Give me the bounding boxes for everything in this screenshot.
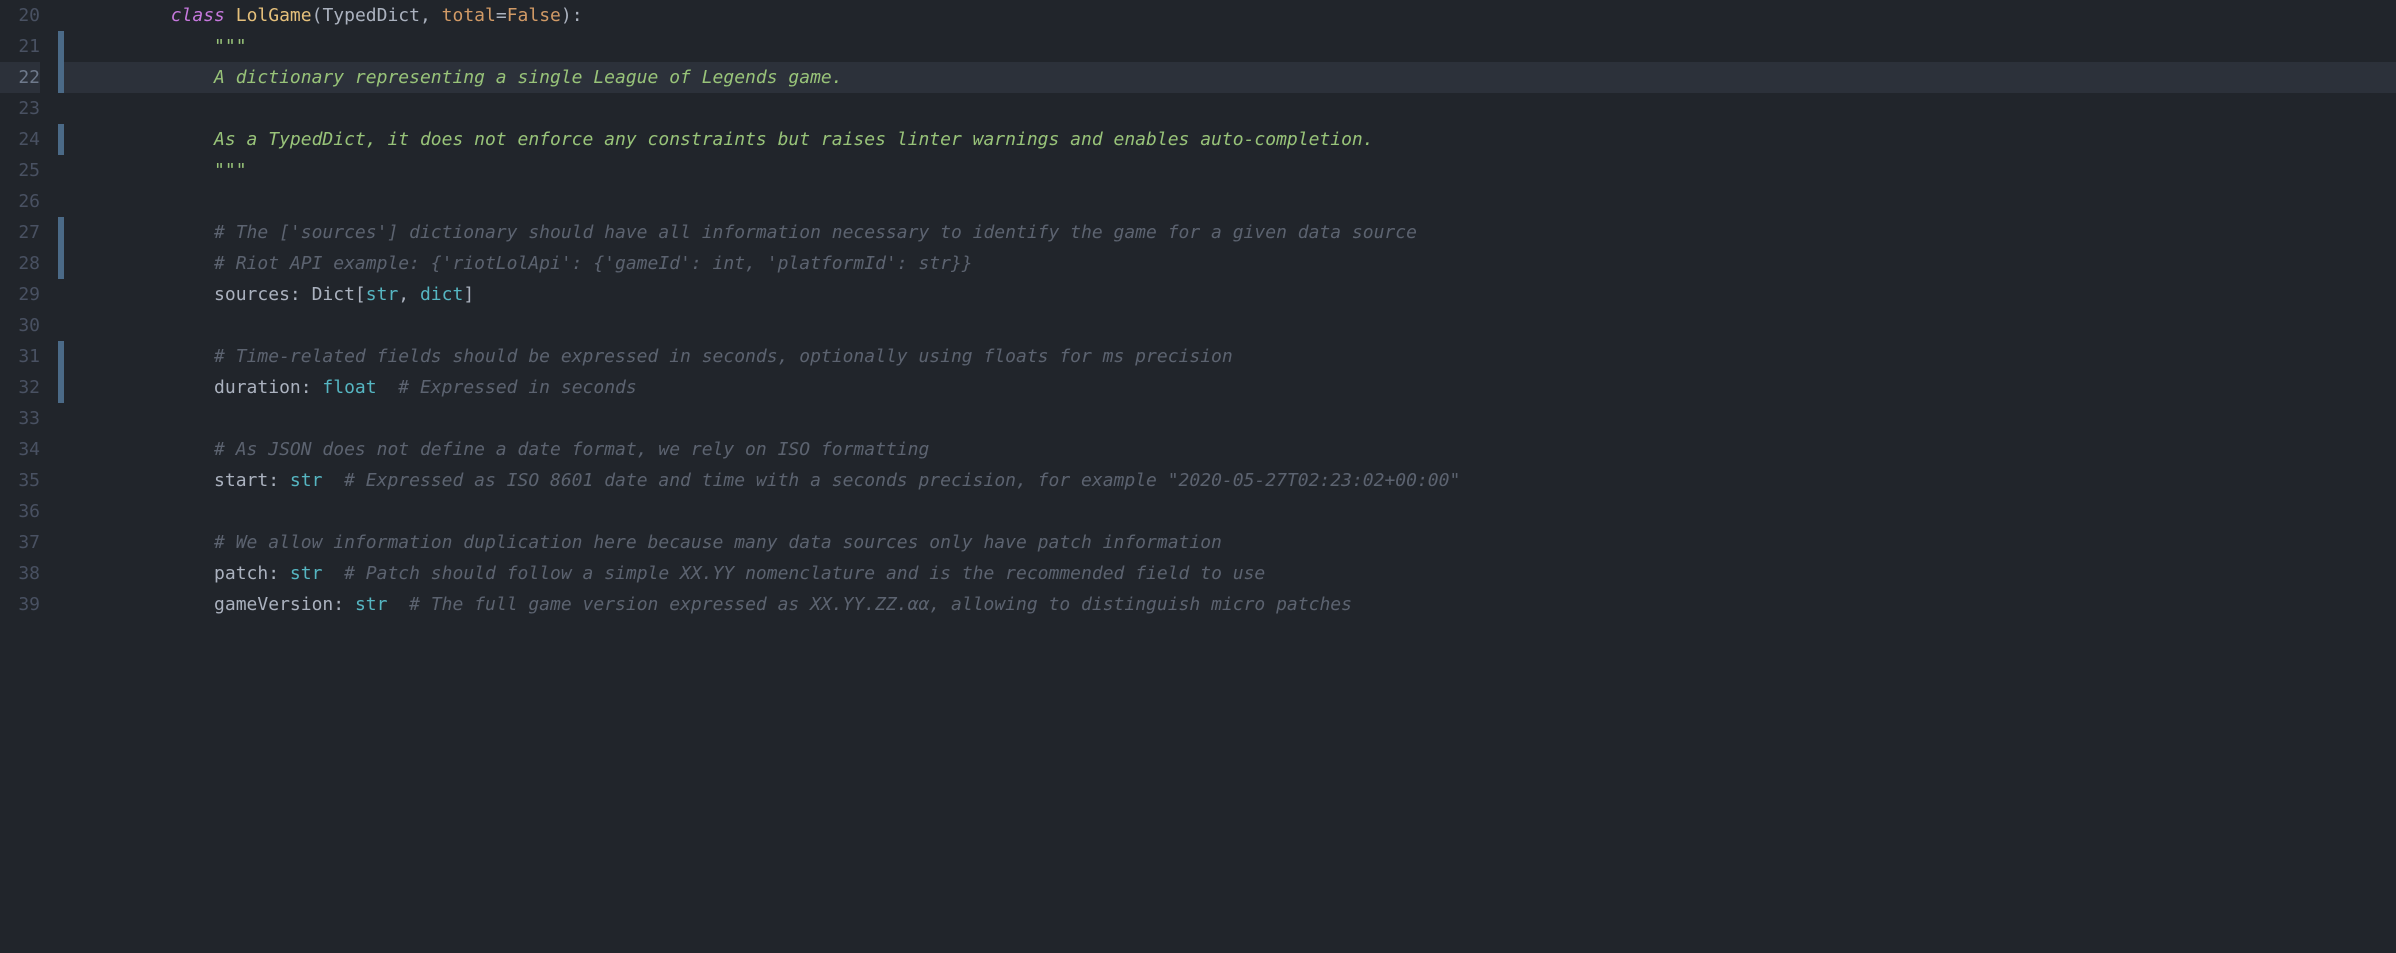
- line-number[interactable]: 31: [0, 341, 40, 372]
- token-cmt: # As JSON does not define a date format,…: [214, 439, 929, 460]
- line-number[interactable]: 38: [0, 558, 40, 589]
- token-cmt: # Expressed in seconds: [398, 377, 636, 398]
- token-param: total: [442, 5, 496, 26]
- token-ident: start:: [214, 470, 290, 491]
- line-number[interactable]: 24: [0, 124, 40, 155]
- code-line[interactable]: # Time-related fields should be expresse…: [64, 341, 2396, 372]
- token-doc: """: [214, 160, 247, 181]
- token-ident: duration:: [214, 377, 322, 398]
- line-number[interactable]: 22: [0, 62, 40, 93]
- line-number[interactable]: 34: [0, 434, 40, 465]
- line-number[interactable]: 26: [0, 186, 40, 217]
- token-ident: TypedDict: [322, 5, 420, 26]
- token-punct: ):: [561, 5, 583, 26]
- line-number[interactable]: 20: [0, 0, 40, 31]
- code-line[interactable]: gameVersion: str # The full game version…: [64, 589, 2396, 620]
- token-punct: ,: [420, 5, 442, 26]
- token-cmt: # The ['sources'] dictionary should have…: [214, 222, 1417, 243]
- code-editor[interactable]: 2021222324252627282930313233343536373839…: [0, 0, 2396, 620]
- code-line[interactable]: """: [64, 155, 2396, 186]
- token-doc: As a TypedDict, it does not enforce any …: [214, 129, 1374, 150]
- token-ident: [387, 594, 409, 615]
- code-line[interactable]: # We allow information duplication here …: [64, 527, 2396, 558]
- line-number[interactable]: 25: [0, 155, 40, 186]
- code-line[interactable]: start: str # Expressed as ISO 8601 date …: [64, 465, 2396, 496]
- token-doc: A dictionary representing a single Leagu…: [214, 67, 843, 88]
- line-number[interactable]: 30: [0, 310, 40, 341]
- code-line[interactable]: patch: str # Patch should follow a simpl…: [64, 558, 2396, 589]
- code-area[interactable]: class LolGame(TypedDict, total=False): "…: [64, 0, 2396, 620]
- token-ident: [322, 563, 344, 584]
- token-cmt: # The full game version expressed as XX.…: [409, 594, 1352, 615]
- token-ident: [377, 377, 399, 398]
- code-line[interactable]: A dictionary representing a single Leagu…: [64, 62, 2396, 93]
- token-ident: [322, 470, 344, 491]
- line-number[interactable]: 37: [0, 527, 40, 558]
- token-cmt: # Patch should follow a simple XX.YY nom…: [344, 563, 1265, 584]
- line-number[interactable]: 28: [0, 248, 40, 279]
- token-punct: ,: [398, 284, 420, 305]
- token-cls: LolGame: [236, 5, 312, 26]
- code-line[interactable]: # As JSON does not define a date format,…: [64, 434, 2396, 465]
- code-line[interactable]: [64, 403, 2396, 434]
- token-punct: ]: [463, 284, 474, 305]
- token-builtin: str: [366, 284, 399, 305]
- line-number[interactable]: 32: [0, 372, 40, 403]
- token-builtin: float: [322, 377, 376, 398]
- line-number[interactable]: 29: [0, 279, 40, 310]
- line-number[interactable]: 35: [0, 465, 40, 496]
- token-ident: patch:: [214, 563, 290, 584]
- token-punct: (: [312, 5, 323, 26]
- line-number-gutter: 2021222324252627282930313233343536373839: [0, 0, 58, 620]
- code-line[interactable]: # Riot API example: {'riotLolApi': {'gam…: [64, 248, 2396, 279]
- token-builtin: str: [355, 594, 388, 615]
- token-builtin: str: [290, 470, 323, 491]
- token-const: False: [507, 5, 561, 26]
- line-number[interactable]: 21: [0, 31, 40, 62]
- token-doc: """: [214, 36, 247, 57]
- token-builtin: str: [290, 563, 323, 584]
- code-line[interactable]: duration: float # Expressed in seconds: [64, 372, 2396, 403]
- token-cmt: # Time-related fields should be expresse…: [214, 346, 1233, 367]
- line-number[interactable]: 36: [0, 496, 40, 527]
- code-line[interactable]: [64, 310, 2396, 341]
- token-punct: =: [496, 5, 507, 26]
- line-number[interactable]: 27: [0, 217, 40, 248]
- line-number[interactable]: 33: [0, 403, 40, 434]
- token-builtin: dict: [420, 284, 463, 305]
- code-line[interactable]: [64, 93, 2396, 124]
- token-cmt: # Expressed as ISO 8601 date and time wi…: [344, 470, 1460, 491]
- line-number[interactable]: 39: [0, 589, 40, 620]
- token-kw: class: [171, 5, 236, 26]
- token-ident: gameVersion:: [214, 594, 355, 615]
- code-line[interactable]: [64, 496, 2396, 527]
- code-line[interactable]: class LolGame(TypedDict, total=False):: [64, 0, 2396, 31]
- code-line[interactable]: # The ['sources'] dictionary should have…: [64, 217, 2396, 248]
- code-line[interactable]: [64, 186, 2396, 217]
- token-ident: sources: Dict[: [214, 284, 366, 305]
- token-cmt: # Riot API example: {'riotLolApi': {'gam…: [214, 253, 973, 274]
- line-number[interactable]: 23: [0, 93, 40, 124]
- code-line[interactable]: sources: Dict[str, dict]: [64, 279, 2396, 310]
- code-line[interactable]: """: [64, 31, 2396, 62]
- token-cmt: # We allow information duplication here …: [214, 532, 1222, 553]
- code-line[interactable]: As a TypedDict, it does not enforce any …: [64, 124, 2396, 155]
